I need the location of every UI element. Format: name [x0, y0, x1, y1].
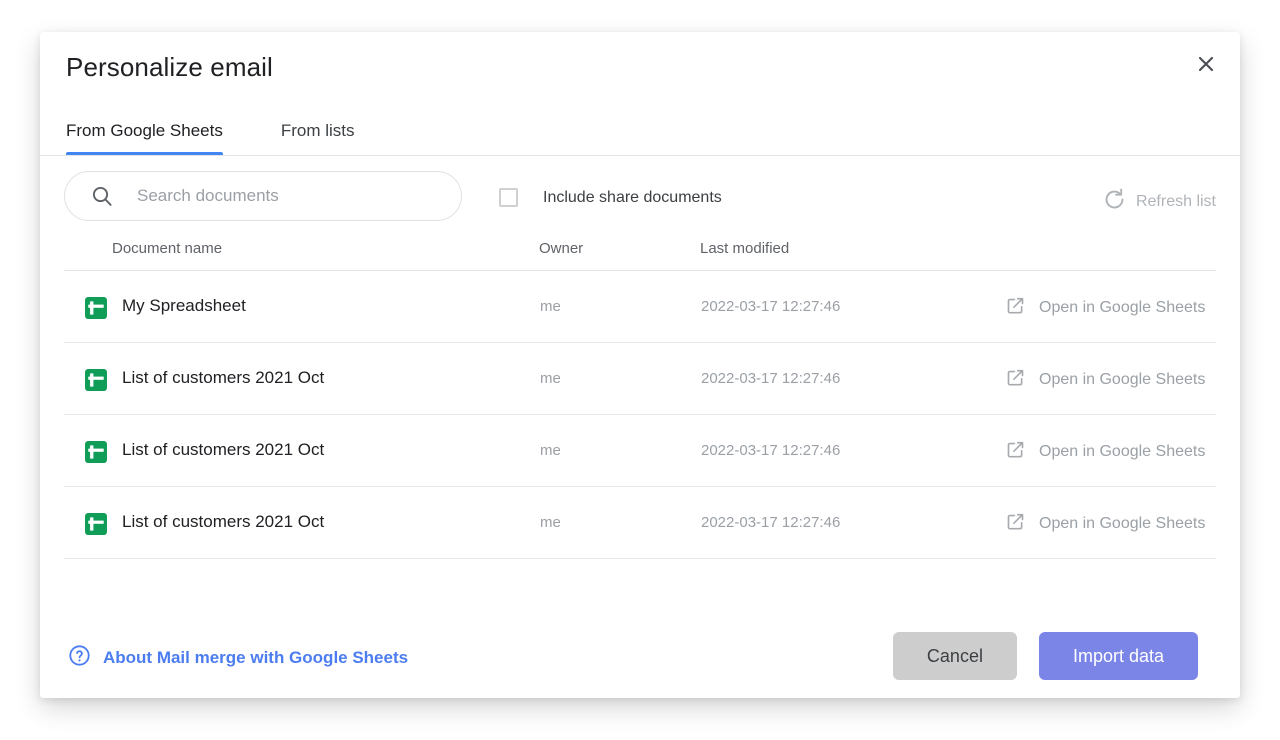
- dialog-body: Include share documents Refresh list Doc…: [40, 156, 1240, 618]
- table-row[interactable]: List of customers 2021 Oct me 2022-03-17…: [64, 343, 1216, 415]
- help-circle-icon: [68, 644, 91, 672]
- cancel-button[interactable]: Cancel: [893, 632, 1017, 680]
- checkbox-box[interactable]: [499, 188, 518, 207]
- about-mail-merge-label: About Mail merge with Google Sheets: [103, 648, 408, 668]
- tab-bar: From Google Sheets From lists: [66, 107, 413, 155]
- document-name: List of customers 2021 Oct: [122, 440, 324, 460]
- open-in-google-sheets-label: Open in Google Sheets: [1039, 515, 1205, 533]
- search-icon: [91, 185, 113, 207]
- document-last-modified: 2022-03-17 12:27:46: [701, 370, 840, 387]
- document-name: List of customers 2021 Oct: [122, 368, 324, 388]
- document-owner: me: [540, 370, 561, 387]
- open-in-google-sheets-label: Open in Google Sheets: [1039, 371, 1205, 389]
- open-in-google-sheets-label: Open in Google Sheets: [1039, 443, 1205, 461]
- open-in-google-sheets-label: Open in Google Sheets: [1039, 299, 1205, 317]
- refresh-list-button[interactable]: Refresh list: [1103, 188, 1216, 216]
- tab-label: From Google Sheets: [66, 121, 223, 140]
- personalize-email-dialog: Personalize email From Google Sheets Fro…: [40, 32, 1240, 698]
- google-sheets-icon: [85, 369, 107, 391]
- open-in-new-icon: [1005, 511, 1026, 537]
- google-sheets-icon: [85, 297, 107, 319]
- table-header-row: Document name Owner Last modified: [64, 232, 1216, 271]
- refresh-icon: [1103, 188, 1126, 216]
- open-in-google-sheets-link[interactable]: Open in Google Sheets: [1005, 295, 1205, 321]
- close-icon: [1196, 54, 1216, 74]
- open-in-google-sheets-link[interactable]: Open in Google Sheets: [1005, 511, 1205, 537]
- search-input[interactable]: [137, 186, 417, 206]
- open-in-google-sheets-link[interactable]: Open in Google Sheets: [1005, 367, 1205, 393]
- open-in-google-sheets-link[interactable]: Open in Google Sheets: [1005, 439, 1205, 465]
- import-data-button[interactable]: Import data: [1039, 632, 1198, 680]
- google-sheets-icon: [85, 513, 107, 535]
- open-in-new-icon: [1005, 295, 1026, 321]
- table-row[interactable]: My Spreadsheet me 2022-03-17 12:27:46 Op…: [64, 271, 1216, 343]
- document-name: List of customers 2021 Oct: [122, 512, 324, 532]
- page-title: Personalize email: [66, 52, 273, 83]
- tab-label: From lists: [281, 121, 355, 140]
- google-sheets-icon: [85, 441, 107, 463]
- column-header-owner: Owner: [539, 240, 583, 257]
- tab-from-google-sheets[interactable]: From Google Sheets: [66, 121, 223, 155]
- document-name: My Spreadsheet: [122, 296, 246, 316]
- dialog-footer: About Mail merge with Google Sheets Canc…: [40, 618, 1240, 698]
- document-last-modified: 2022-03-17 12:27:46: [701, 514, 840, 531]
- about-mail-merge-link[interactable]: About Mail merge with Google Sheets: [68, 644, 408, 672]
- table-row[interactable]: List of customers 2021 Oct me 2022-03-17…: [64, 487, 1216, 559]
- dialog-header: Personalize email From Google Sheets Fro…: [40, 32, 1240, 156]
- open-in-new-icon: [1005, 439, 1026, 465]
- refresh-list-label: Refresh list: [1136, 193, 1216, 211]
- footer-actions: Cancel Import data: [893, 632, 1198, 680]
- document-last-modified: 2022-03-17 12:27:46: [701, 298, 840, 315]
- include-share-documents-checkbox[interactable]: Include share documents: [499, 188, 722, 207]
- include-share-documents-label: Include share documents: [543, 189, 722, 207]
- document-owner: me: [540, 298, 561, 315]
- close-button[interactable]: [1188, 46, 1224, 82]
- tab-from-lists[interactable]: From lists: [281, 121, 355, 155]
- document-owner: me: [540, 442, 561, 459]
- table-row[interactable]: List of customers 2021 Oct me 2022-03-17…: [64, 415, 1216, 487]
- document-list: My Spreadsheet me 2022-03-17 12:27:46 Op…: [64, 271, 1216, 559]
- document-last-modified: 2022-03-17 12:27:46: [701, 442, 840, 459]
- search-field-wrapper[interactable]: [64, 171, 462, 221]
- document-owner: me: [540, 514, 561, 531]
- column-header-document-name: Document name: [112, 240, 222, 257]
- open-in-new-icon: [1005, 367, 1026, 393]
- toolbar: Include share documents Refresh list: [40, 156, 1240, 232]
- column-header-last-modified: Last modified: [700, 240, 789, 257]
